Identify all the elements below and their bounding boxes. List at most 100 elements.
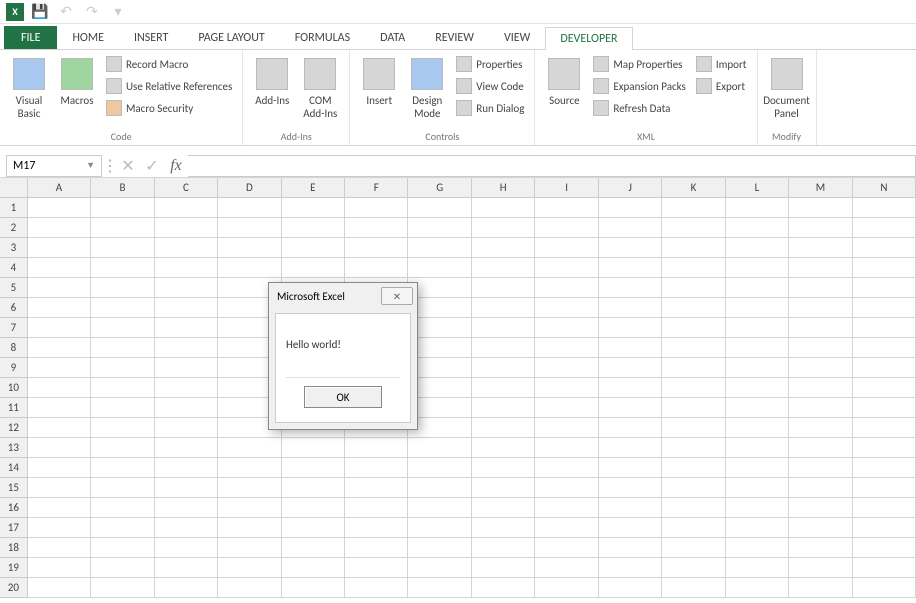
import-button[interactable]: Import <box>692 54 751 74</box>
cell[interactable] <box>282 558 345 578</box>
fx-icon[interactable]: fx <box>164 155 188 177</box>
cell[interactable] <box>218 538 281 558</box>
cell[interactable] <box>535 498 598 518</box>
cell[interactable] <box>408 538 471 558</box>
cell[interactable] <box>662 218 725 238</box>
cell[interactable] <box>535 238 598 258</box>
cell[interactable] <box>91 478 154 498</box>
cell[interactable] <box>155 398 218 418</box>
cell[interactable] <box>853 558 916 578</box>
design-mode-button[interactable]: Design Mode <box>404 54 450 124</box>
cell[interactable] <box>853 458 916 478</box>
cell[interactable] <box>853 258 916 278</box>
cell[interactable] <box>726 278 789 298</box>
tab-data[interactable]: DATA <box>365 26 420 49</box>
cell[interactable] <box>789 418 852 438</box>
cell[interactable] <box>91 578 154 598</box>
cell[interactable] <box>853 198 916 218</box>
cell[interactable] <box>155 278 218 298</box>
cell[interactable] <box>472 358 535 378</box>
undo-icon[interactable]: ↶ <box>56 2 76 22</box>
row-header[interactable]: 9 <box>0 358 28 378</box>
cell[interactable] <box>282 218 345 238</box>
cell[interactable] <box>28 198 91 218</box>
cell[interactable] <box>345 258 408 278</box>
cell[interactable] <box>662 298 725 318</box>
cell[interactable] <box>662 578 725 598</box>
cell[interactable] <box>28 438 91 458</box>
cell[interactable] <box>408 258 471 278</box>
cell[interactable] <box>472 238 535 258</box>
cell[interactable] <box>599 478 662 498</box>
cell[interactable] <box>853 478 916 498</box>
map-properties-button[interactable]: Map Properties <box>589 54 689 74</box>
cell[interactable] <box>726 558 789 578</box>
row-header[interactable]: 6 <box>0 298 28 318</box>
export-button[interactable]: Export <box>692 76 751 96</box>
column-header[interactable]: G <box>408 178 471 198</box>
cell[interactable] <box>726 218 789 238</box>
cell[interactable] <box>535 198 598 218</box>
cell[interactable] <box>282 258 345 278</box>
macros-button[interactable]: Macros <box>54 54 100 124</box>
cell[interactable] <box>408 398 471 418</box>
cell[interactable] <box>408 278 471 298</box>
cell[interactable] <box>155 238 218 258</box>
cell[interactable] <box>28 398 91 418</box>
row-header[interactable]: 17 <box>0 518 28 538</box>
cell[interactable] <box>155 318 218 338</box>
cell[interactable] <box>472 418 535 438</box>
row-header[interactable]: 19 <box>0 558 28 578</box>
qat-customize-icon[interactable]: ▾ <box>108 2 128 22</box>
cell[interactable] <box>282 518 345 538</box>
com-addins-button[interactable]: COM Add-Ins <box>297 54 343 124</box>
cell[interactable] <box>535 418 598 438</box>
cell[interactable] <box>535 278 598 298</box>
cell[interactable] <box>726 498 789 518</box>
cell[interactable] <box>155 438 218 458</box>
cell[interactable] <box>28 298 91 318</box>
cell[interactable] <box>155 458 218 478</box>
cell[interactable] <box>28 378 91 398</box>
cell[interactable] <box>91 338 154 358</box>
cell[interactable] <box>472 198 535 218</box>
cell[interactable] <box>408 378 471 398</box>
cell[interactable] <box>789 338 852 358</box>
row-header[interactable]: 12 <box>0 418 28 438</box>
cell[interactable] <box>28 518 91 538</box>
cell[interactable] <box>599 358 662 378</box>
document-panel-button[interactable]: Document Panel <box>764 54 810 124</box>
cell[interactable] <box>853 498 916 518</box>
cell[interactable] <box>282 198 345 218</box>
cell[interactable] <box>853 278 916 298</box>
tab-view[interactable]: VIEW <box>489 26 545 49</box>
cell[interactable] <box>535 338 598 358</box>
cell[interactable] <box>91 378 154 398</box>
cell[interactable] <box>408 478 471 498</box>
cell[interactable] <box>345 558 408 578</box>
cell[interactable] <box>789 498 852 518</box>
cell[interactable] <box>853 358 916 378</box>
cell[interactable] <box>28 498 91 518</box>
cell[interactable] <box>599 398 662 418</box>
cell[interactable] <box>472 378 535 398</box>
cell[interactable] <box>408 578 471 598</box>
cell[interactable] <box>853 398 916 418</box>
cell[interactable] <box>91 298 154 318</box>
cell[interactable] <box>726 458 789 478</box>
cell[interactable] <box>535 558 598 578</box>
tab-formulas[interactable]: FORMULAS <box>280 26 365 49</box>
cell[interactable] <box>662 398 725 418</box>
cell[interactable] <box>408 198 471 218</box>
cell[interactable] <box>726 398 789 418</box>
column-header[interactable]: L <box>726 178 789 198</box>
cell[interactable] <box>789 398 852 418</box>
cell[interactable] <box>155 258 218 278</box>
cell[interactable] <box>218 578 281 598</box>
cell[interactable] <box>789 558 852 578</box>
cell[interactable] <box>472 458 535 478</box>
cell[interactable] <box>599 378 662 398</box>
row-header[interactable]: 3 <box>0 238 28 258</box>
column-header[interactable]: I <box>535 178 598 198</box>
cell[interactable] <box>408 458 471 478</box>
